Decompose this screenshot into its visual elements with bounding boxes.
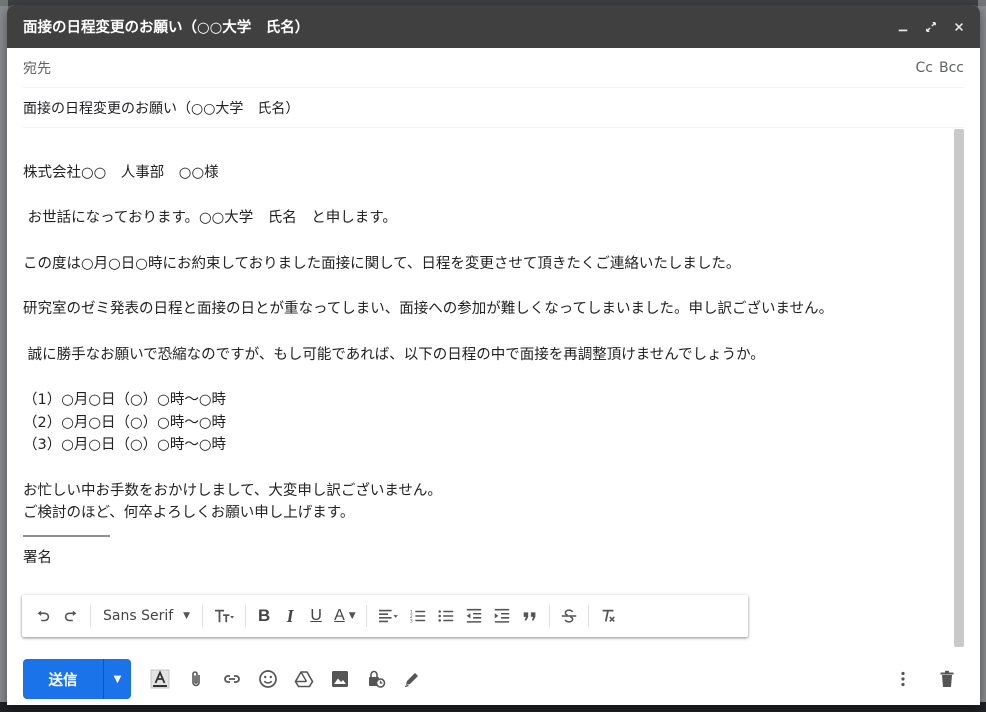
insert-photo-icon[interactable] xyxy=(325,664,355,694)
schedule-send-dropdown[interactable]: ▼ xyxy=(103,659,131,699)
redo-icon[interactable] xyxy=(58,602,84,630)
emoji-icon[interactable] xyxy=(253,664,283,694)
chevron-down-icon: ▼ xyxy=(113,673,122,685)
more-options-icon[interactable] xyxy=(888,664,918,694)
bulleted-list-icon[interactable] xyxy=(433,602,459,630)
body-paragraph-1: この度は○月○日○時にお約束しておりました面接に関して、日程を変更させて頂きたく… xyxy=(23,255,741,272)
remove-formatting-icon[interactable] xyxy=(595,602,621,630)
body-scrollbar[interactable] xyxy=(954,129,964,647)
insert-link-icon[interactable] xyxy=(217,664,247,694)
body-intro: お世話になっております。○○大学 氏名 と申します。 xyxy=(23,210,397,227)
close-icon[interactable] xyxy=(952,20,966,34)
bold-button[interactable]: B xyxy=(252,602,276,630)
quote-icon[interactable] xyxy=(517,602,543,630)
signature-separator: ―――――― xyxy=(23,527,110,544)
bcc-link[interactable]: Bcc xyxy=(939,60,964,76)
recipients-row[interactable]: 宛先 Cc Bcc xyxy=(23,48,964,88)
font-family-value: Sans Serif xyxy=(103,608,174,624)
svg-text:3: 3 xyxy=(410,618,413,624)
to-field-label: 宛先 xyxy=(23,60,51,77)
body-closing-2: ご検討のほど、何卒よろしくお願い申し上げます。 xyxy=(23,505,355,522)
chevron-down-icon: ▼ xyxy=(183,611,191,621)
undo-icon[interactable] xyxy=(30,602,56,630)
formatting-toolbar: Sans Serif ▼ B I U A ▼ 123 xyxy=(22,595,748,637)
schedule-option-3: （3）○月○日（○）○時～○時 xyxy=(23,437,226,454)
schedule-option-1: （1）○月○日（○）○時～○時 xyxy=(23,392,226,409)
align-icon[interactable] xyxy=(373,602,403,630)
underline-button[interactable]: U xyxy=(304,602,328,630)
toolbar-divider xyxy=(587,605,589,627)
toolbar-divider xyxy=(202,605,204,627)
compose-titlebar[interactable]: 面接の日程変更のお願い（○○大学 氏名） xyxy=(7,5,980,48)
toolbar-divider xyxy=(245,605,247,627)
discard-draft-trash-icon[interactable] xyxy=(932,664,962,694)
attach-file-icon[interactable] xyxy=(181,664,211,694)
toolbar-divider xyxy=(365,605,367,627)
chevron-down-icon: ▼ xyxy=(348,611,356,621)
send-button[interactable]: 送信 xyxy=(23,659,103,699)
formatting-options-icon[interactable] xyxy=(145,664,175,694)
subject-field[interactable]: 面接の日程変更のお願い（○○大学 氏名） xyxy=(23,98,299,118)
minimize-icon[interactable] xyxy=(896,20,910,34)
body-closing-1: お忙しい中お手数をおかけしまして、大変申し訳ございません。 xyxy=(23,482,442,499)
numbered-list-icon[interactable]: 123 xyxy=(405,602,431,630)
fullscreen-icon[interactable] xyxy=(924,20,938,34)
cc-link[interactable]: Cc xyxy=(916,60,933,76)
compose-window: 面接の日程変更のお願い（○○大学 氏名） 宛先 Cc Bcc 面接の日程変更のお… xyxy=(7,5,980,705)
text-size-icon[interactable] xyxy=(209,602,239,630)
strikethrough-icon[interactable] xyxy=(556,602,582,630)
compose-title: 面接の日程変更のお願い（○○大学 氏名） xyxy=(23,20,310,36)
body-greeting: 株式会社○○ 人事部 ○○様 xyxy=(23,165,219,181)
toolbar-divider xyxy=(548,605,550,627)
google-drive-icon[interactable] xyxy=(289,664,319,694)
italic-button[interactable]: I xyxy=(278,602,302,630)
body-paragraph-2: 研究室のゼミ発表の日程と面接の日とが重なってしまい、面接への参加が難しくなってし… xyxy=(23,301,834,318)
compose-bottom-toolbar: 送信 ▼ xyxy=(7,653,980,705)
signature-pen-icon[interactable] xyxy=(397,664,427,694)
schedule-option-2: （2）○月○日（○）○時～○時 xyxy=(23,414,226,431)
body-paragraph-3: 誠に勝手なお願いで恐縮なのですが、もし可能であれば、以下の日程の中で面接を再調整… xyxy=(23,346,765,363)
confidential-mode-icon[interactable] xyxy=(361,664,391,694)
text-color-button[interactable]: A ▼ xyxy=(330,602,360,630)
subject-row[interactable]: 面接の日程変更のお願い（○○大学 氏名） xyxy=(23,88,964,128)
text-color-glyph: A xyxy=(334,607,345,624)
indent-less-icon[interactable] xyxy=(461,602,487,630)
indent-more-icon[interactable] xyxy=(489,602,515,630)
message-body[interactable]: 株式会社○○ 人事部 ○○様 お世話になっております。○○大学 氏名 と申します… xyxy=(23,129,949,599)
toolbar-divider xyxy=(90,605,91,627)
send-button-group: 送信 ▼ xyxy=(23,659,131,699)
signature: 署名 xyxy=(23,550,52,567)
font-family-select[interactable]: Sans Serif ▼ xyxy=(97,608,196,624)
